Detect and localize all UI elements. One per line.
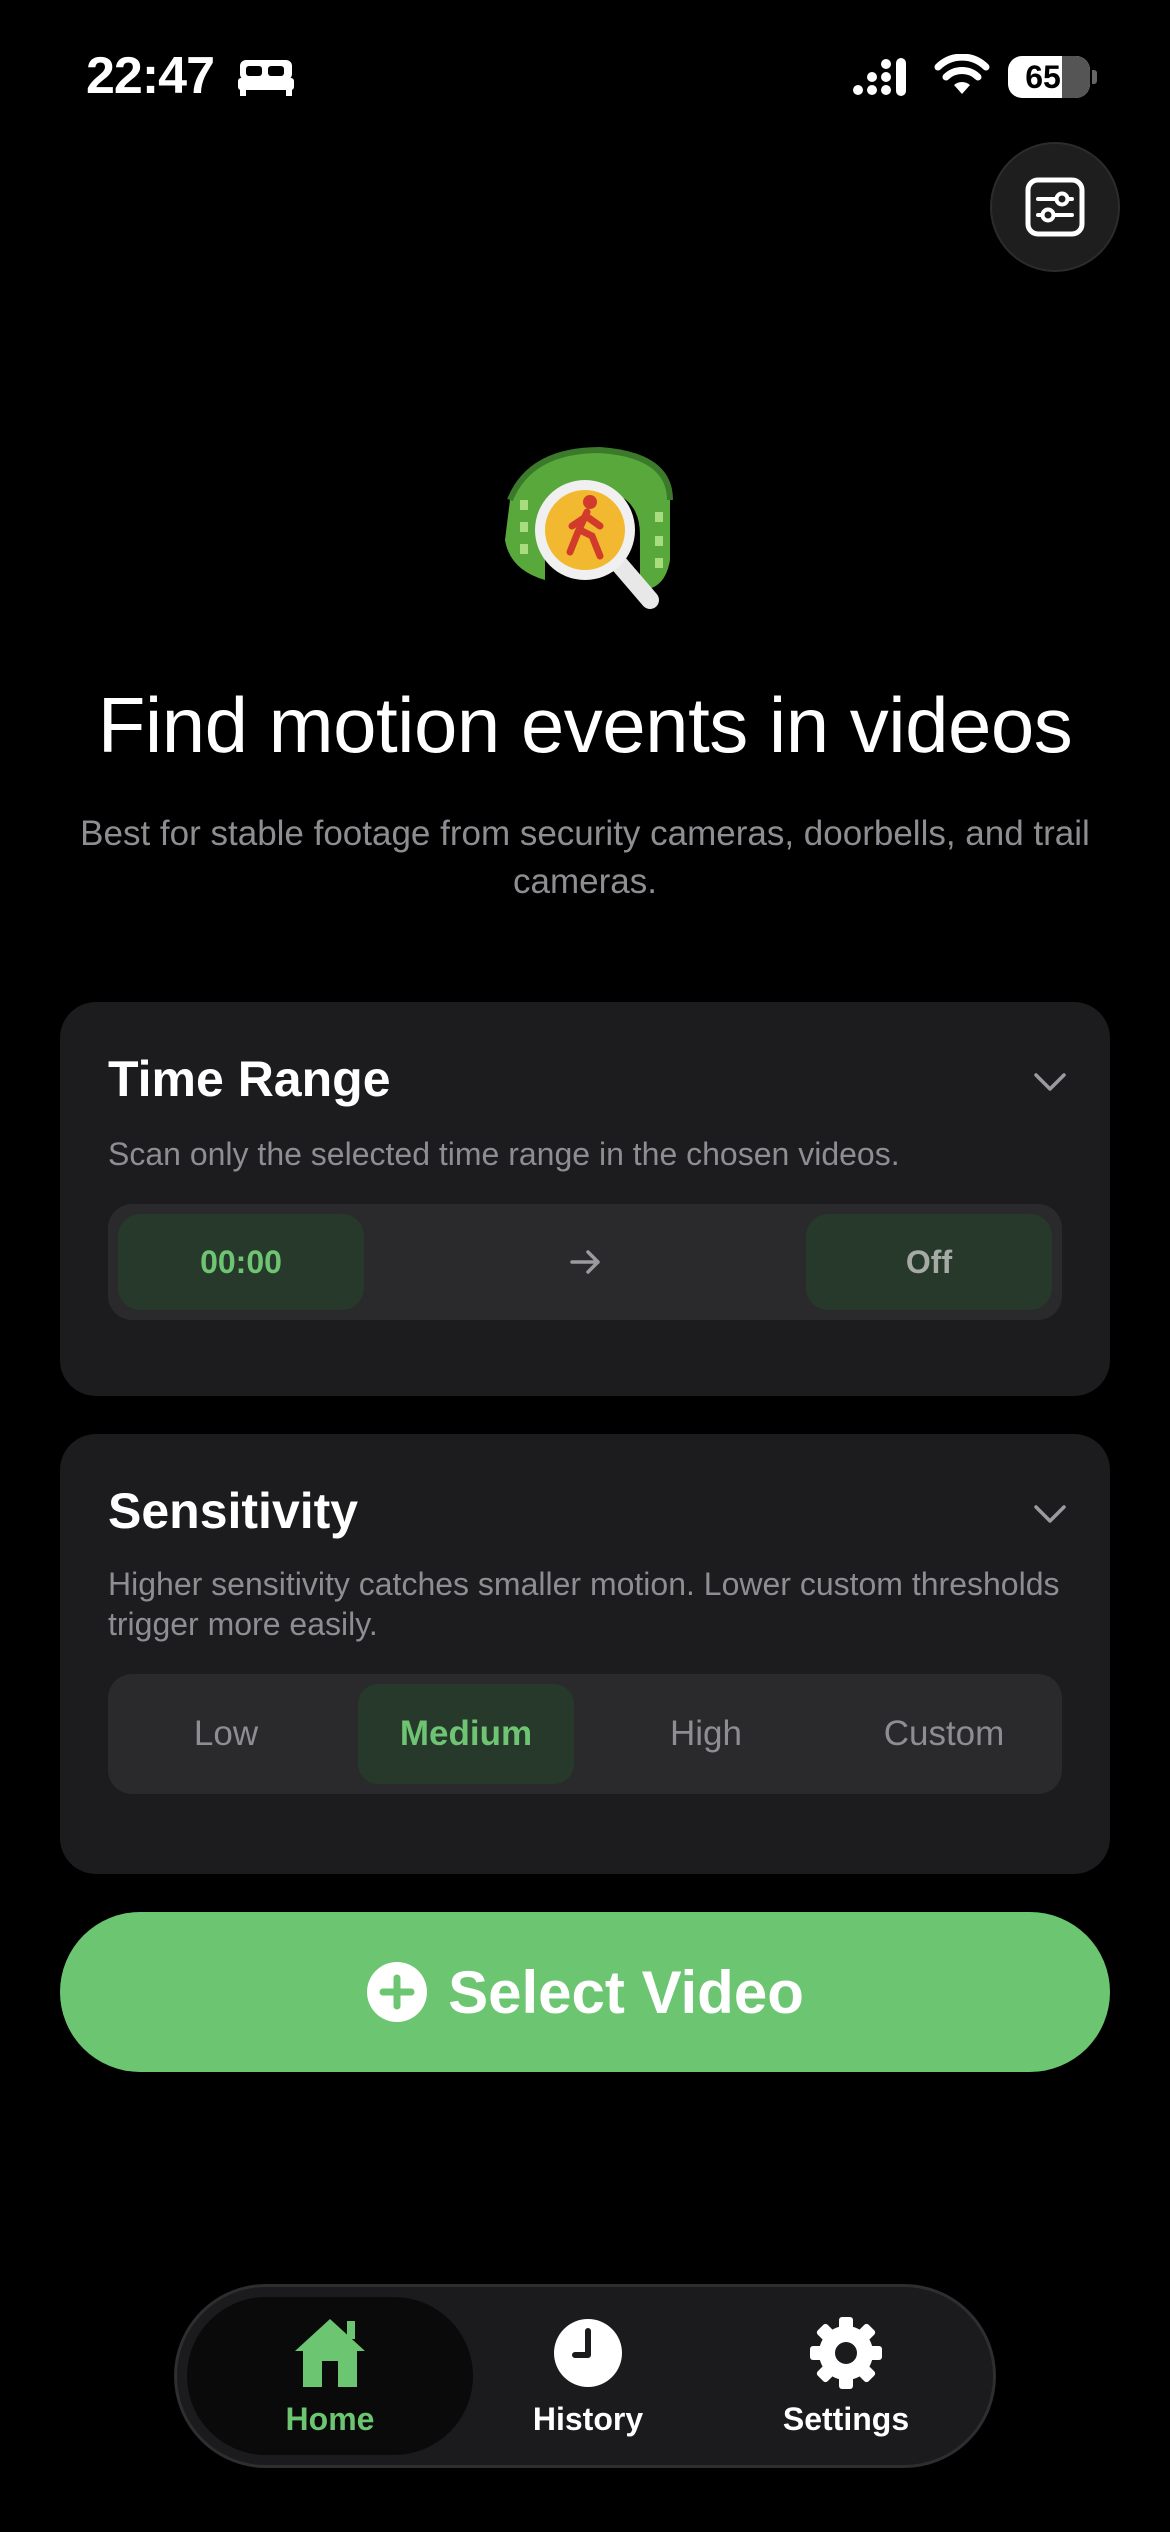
battery-icon: 65 [1008,56,1090,98]
tab-settings[interactable]: Settings [703,2297,989,2455]
tab-home[interactable]: Home [187,2297,473,2455]
tab-settings-label: Settings [782,2400,910,2437]
sensitivity-option-low[interactable]: Low [118,1684,334,1784]
select-video-button[interactable]: Select Video [60,1912,1110,2072]
time-range-end-button[interactable]: Off [806,1214,1052,1310]
select-video-label: Select Video [448,1958,804,2026]
time-range-title: Time Range [108,1051,391,1107]
sensitivity-option-custom[interactable]: Custom [836,1684,1052,1784]
tab-history-label: History [532,2400,644,2437]
hero-title: Find motion events in videos [97,681,1073,769]
plus-circle-icon [367,1962,428,2022]
house-icon [295,2318,365,2387]
status-time: 22:47 [86,47,215,105]
battery-level: 65 [1025,58,1061,95]
wifi-icon [934,54,990,94]
tab-bar: Home History Settings [174,2284,996,2468]
sensitivity-card: Sensitivity Higher sensitivity catches s… [60,1434,1110,1874]
time-range-card: Time Range Scan only the selected time r… [60,1002,1110,1396]
home-screen: 22:47 65 Find motion events in videos Be… [0,0,1170,2532]
sensitivity-title: Sensitivity [108,1483,359,1539]
bed-icon [238,60,294,96]
clock-icon [554,2318,622,2387]
gear-icon [810,2316,882,2389]
arrow-right-icon [570,1250,600,1274]
sensitivity-segmented-control: Low Medium High Custom [108,1674,1062,1794]
sensitivity-option-high[interactable]: High [598,1684,814,1784]
filter-settings-button[interactable] [990,142,1120,272]
signal-icon [853,58,906,96]
time-range-description: Scan only the selected time range in the… [108,1136,900,1172]
battery-tip [1092,70,1097,84]
chevron-down-icon[interactable] [1032,1064,1068,1100]
tab-history[interactable]: History [445,2297,731,2455]
time-range-start-button[interactable]: 00:00 [118,1214,364,1310]
sensitivity-option-medium[interactable]: Medium [358,1684,574,1784]
tab-home-label: Home [285,2400,375,2437]
hero-subtitle: Best for stable footage from security ca… [80,814,1090,901]
film-magnifier-walker-icon [505,446,673,609]
sensitivity-description: Higher sensitivity catches smaller motio… [108,1566,1060,1642]
sliders-icon [1025,177,1085,237]
chevron-down-icon[interactable] [1032,1496,1068,1532]
time-range-selector: 00:00 Off [108,1204,1062,1320]
